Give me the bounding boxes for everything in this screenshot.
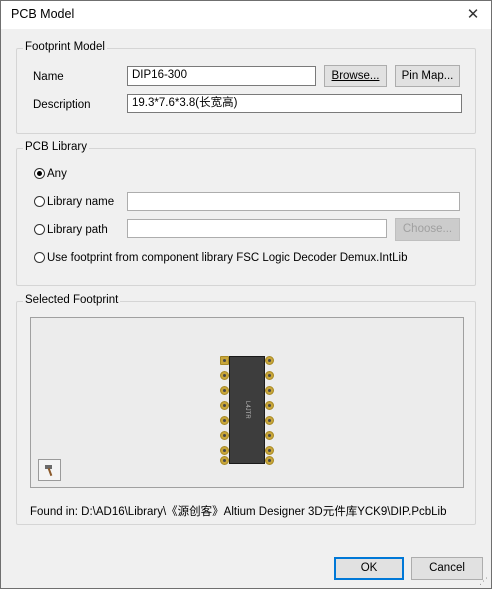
radio-library-name-label: Library name (47, 196, 115, 208)
resize-grip-icon[interactable]: ⋰ (479, 576, 489, 586)
radio-library-path-label: Library path (47, 224, 108, 236)
pcb-model-dialog: PCB Model ✕ Footprint Model Name DIP16-3… (0, 0, 492, 589)
cancel-button-label: Cancel (429, 562, 465, 574)
footprint-pad (265, 431, 274, 440)
found-in-path: Found in: D:\AD16\Library\《源创客》Altium De… (30, 506, 447, 518)
name-field[interactable]: DIP16-300 (127, 66, 316, 86)
footprint-pad (220, 446, 229, 455)
hammer-icon[interactable] (38, 459, 61, 481)
radio-library-name[interactable] (34, 196, 45, 207)
choose-button[interactable]: Choose... (395, 218, 460, 241)
radio-library-path[interactable] (34, 224, 45, 235)
library-path-field[interactable] (127, 219, 387, 238)
pin-map-button-label: Pin Map... (401, 70, 454, 82)
window-title: PCB Model (11, 7, 75, 21)
footprint-pad (220, 416, 229, 425)
browse-button-label: Browse... (331, 70, 380, 82)
radio-use-component-library[interactable] (34, 252, 45, 263)
ok-button-label: OK (360, 562, 378, 574)
description-label: Description (33, 99, 91, 111)
footprint-pad (265, 456, 274, 465)
pin-map-button[interactable]: Pin Map... (395, 65, 460, 87)
pcb-library-legend: PCB Library (23, 141, 89, 153)
cancel-button[interactable]: Cancel (411, 557, 483, 580)
footprint-pad (220, 356, 229, 365)
footprint-pad (220, 456, 229, 465)
radio-any[interactable] (34, 168, 45, 179)
choose-button-label: Choose... (402, 223, 453, 235)
browse-button[interactable]: Browse... (324, 65, 387, 87)
hammer-icon-graphic (44, 465, 52, 477)
close-icon[interactable]: ✕ (463, 5, 483, 23)
footprint-pad (220, 401, 229, 410)
footprint-model-legend: Footprint Model (23, 41, 107, 53)
radio-any-label: Any (47, 168, 67, 180)
footprint-pad (265, 356, 274, 365)
footprint-pad (265, 386, 274, 395)
pcb-library-group: PCB Library (16, 141, 476, 286)
footprint-ic-body: L4JTR (229, 356, 265, 464)
ok-button[interactable]: OK (334, 557, 404, 580)
footprint-pad (265, 416, 274, 425)
title-bar: PCB Model ✕ (1, 1, 491, 29)
footprint-model-group: Footprint Model (16, 41, 476, 134)
footprint-pad (265, 401, 274, 410)
footprint-pad (220, 386, 229, 395)
library-name-field[interactable] (127, 192, 460, 211)
footprint-pad (220, 371, 229, 380)
chip-label: L4JTR (244, 401, 250, 419)
footprint-pad (220, 431, 229, 440)
selected-footprint-legend: Selected Footprint (23, 294, 121, 306)
name-label: Name (33, 71, 64, 83)
radio-use-component-library-label: Use footprint from component library FSC… (47, 252, 408, 264)
footprint-pad (265, 371, 274, 380)
footprint-pad (265, 446, 274, 455)
description-field[interactable]: 19.3*7.6*3.8(长宽高) (127, 94, 462, 113)
